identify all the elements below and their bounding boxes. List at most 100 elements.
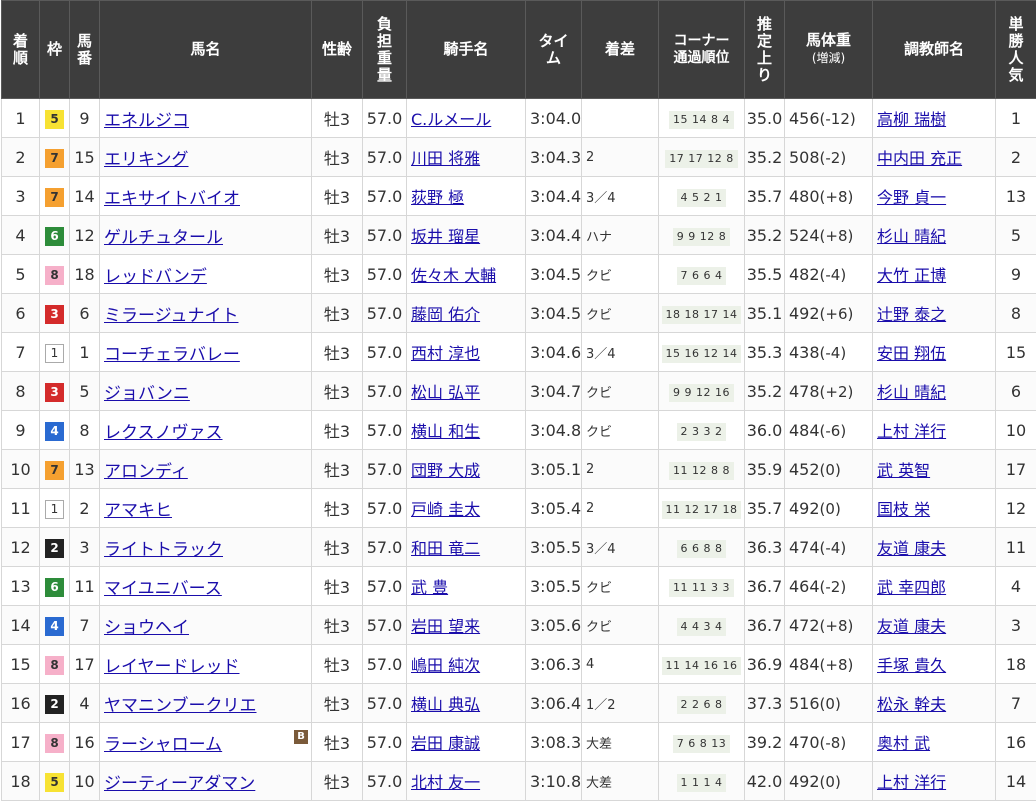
jockey-link[interactable]: 横山 和生 (411, 422, 480, 441)
horse-name-link[interactable]: ライトトラック (104, 540, 223, 560)
trainer-link[interactable]: 中内田 充正 (877, 149, 962, 168)
margin-cell: 3／4 (581, 332, 659, 372)
jockey-link[interactable]: 和田 竜二 (411, 539, 480, 558)
corner-cell: 11 14 16 16 (658, 644, 745, 684)
trainer-link[interactable]: 手塚 貴久 (877, 656, 946, 675)
popularity-cell: 2 (995, 137, 1036, 177)
horse-name-link[interactable]: ラーシャローム (104, 735, 222, 755)
body-weight-change: (+8) (819, 187, 854, 206)
margin-cell: 大差 (581, 761, 659, 801)
sex-age-cell: 牡3 (311, 605, 363, 645)
horse-name-link[interactable]: ヤマニンブークリエ (104, 696, 257, 716)
horse-name-link[interactable]: ジーティーアダマン (104, 774, 255, 794)
trainer-link[interactable]: 今野 貞一 (877, 188, 946, 207)
jockey-link[interactable]: 坂井 瑠星 (411, 227, 480, 246)
jockey-link[interactable]: 岩田 康誠 (411, 734, 480, 753)
horse-name-link[interactable]: ゲルチュタール (104, 228, 223, 248)
horse-name-link[interactable]: レイヤードレッド (104, 657, 240, 677)
jockey-link[interactable]: 北村 友一 (411, 773, 480, 792)
jockey-cell: 岩田 康誠 (406, 722, 526, 762)
trainer-link[interactable]: 大竹 正博 (877, 266, 946, 285)
last3f-cell: 36.9 (744, 644, 785, 684)
horse-name-link[interactable]: エリキング (104, 150, 189, 170)
trainer-link[interactable]: 奥村 武 (877, 734, 930, 753)
horse-name-link[interactable]: エネルジコ (104, 111, 189, 131)
last3f-cell: 36.7 (744, 566, 785, 606)
body-weight-value: 456 (789, 108, 820, 128)
last3f-cell: 35.2 (744, 137, 785, 177)
weight-cell: 57.0 (362, 176, 407, 216)
jockey-cell: 武 豊 (406, 566, 526, 606)
jockey-link[interactable]: C.ルメール (411, 110, 491, 129)
trainer-link[interactable]: 友道 康夫 (877, 617, 946, 636)
rank-cell: 5 (1, 254, 40, 294)
body-weight-cell: 484(+8) (784, 644, 873, 684)
trainer-cell: 友道 康夫 (872, 527, 996, 567)
umaban-cell: 8 (69, 410, 100, 450)
jockey-link[interactable]: 団野 大成 (411, 461, 480, 480)
waku-cell: 8 (39, 254, 70, 294)
jockey-cell: 横山 和生 (406, 410, 526, 450)
trainer-link[interactable]: 上村 洋行 (877, 773, 946, 792)
horse-name-link[interactable]: レクスノヴァス (104, 423, 223, 443)
trainer-link[interactable]: 杉山 晴紀 (877, 227, 946, 246)
trainer-link[interactable]: 友道 康夫 (877, 539, 946, 558)
header-row: 着順 枠 馬番 馬名 性齢 負担重量 騎手名 タイム 着差 コーナー 通過順位 推… (1, 0, 1036, 99)
trainer-link[interactable]: 安田 翔伍 (877, 344, 946, 363)
jockey-link[interactable]: 戸崎 圭太 (411, 500, 480, 519)
jockey-link[interactable]: 岩田 望来 (411, 617, 480, 636)
jockey-link[interactable]: 松山 弘平 (411, 383, 480, 402)
horse-name-link[interactable]: アロンディ (104, 462, 188, 482)
umaban-cell: 15 (69, 137, 100, 177)
horse-name-link[interactable]: レッドバンデ (104, 267, 207, 287)
jockey-link[interactable]: 佐々木 大輔 (411, 266, 496, 285)
waku-cell: 4 (39, 410, 70, 450)
jockey-link[interactable]: 西村 淳也 (411, 344, 480, 363)
horse-name-link[interactable]: ショウヘイ (104, 618, 189, 638)
corner-positions: 11 12 8 8 (669, 461, 734, 480)
trainer-link[interactable]: 国枝 栄 (877, 500, 930, 519)
jockey-link[interactable]: 嶋田 純次 (411, 656, 480, 675)
horse-name-link[interactable]: コーチェラバレー (104, 345, 240, 365)
weight-cell: 57.0 (362, 722, 407, 762)
trainer-cell: 武 英智 (872, 449, 996, 489)
jockey-link[interactable]: 横山 典弘 (411, 695, 480, 714)
table-row: 13 6 11 マイユニバース 牡3 57.0 武 豊 3:05.5 クビ 11… (1, 566, 1036, 606)
horse-name-link[interactable]: マイユニバース (104, 579, 222, 599)
trainer-link[interactable]: 高柳 瑞樹 (877, 110, 946, 129)
weight-cell: 57.0 (362, 293, 407, 333)
body-weight-change: (+8) (819, 655, 854, 674)
rank-cell: 17 (1, 722, 40, 762)
umaban-cell: 11 (69, 566, 100, 606)
jockey-link[interactable]: 荻野 極 (411, 188, 464, 207)
corner-positions: 6 6 8 8 (676, 539, 727, 558)
horse-name-link[interactable]: アマキヒ (104, 501, 172, 521)
trainer-link[interactable]: 辻野 泰之 (877, 305, 946, 324)
trainer-link[interactable]: 松永 幹夫 (877, 695, 946, 714)
last3f-cell: 39.2 (744, 722, 785, 762)
waku-badge: 3 (45, 382, 64, 402)
jockey-cell: 嶋田 純次 (406, 644, 526, 684)
rank-cell: 18 (1, 761, 40, 801)
jockey-link[interactable]: 藤岡 佑介 (411, 305, 480, 324)
sex-age-cell: 牡3 (311, 293, 363, 333)
jockey-link[interactable]: 武 豊 (411, 578, 448, 597)
jockey-cell: 岩田 望来 (406, 605, 526, 645)
trainer-link[interactable]: 武 幸四郎 (877, 578, 946, 597)
popularity-cell: 3 (995, 605, 1036, 645)
trainer-link[interactable]: 武 英智 (877, 461, 930, 480)
jockey-link[interactable]: 川田 将雅 (411, 149, 480, 168)
trainer-link[interactable]: 上村 洋行 (877, 422, 946, 441)
body-weight-change: (-4) (819, 265, 847, 284)
corner-cell: 7 6 6 4 (658, 254, 745, 294)
time-cell: 3:08.3 (525, 722, 582, 762)
body-weight-value: 452 (789, 459, 820, 479)
horse-name-link[interactable]: ミラージュナイト (104, 306, 238, 326)
horse-name-link[interactable]: ジョバンニ (104, 384, 190, 404)
body-weight-value: 480 (789, 186, 820, 206)
trainer-link[interactable]: 杉山 晴紀 (877, 383, 946, 402)
body-weight-cell: 438(-4) (784, 332, 873, 372)
margin-cell: クビ (581, 371, 659, 411)
sex-age-cell: 牡3 (311, 488, 363, 528)
horse-name-link[interactable]: エキサイトバイオ (104, 189, 240, 209)
